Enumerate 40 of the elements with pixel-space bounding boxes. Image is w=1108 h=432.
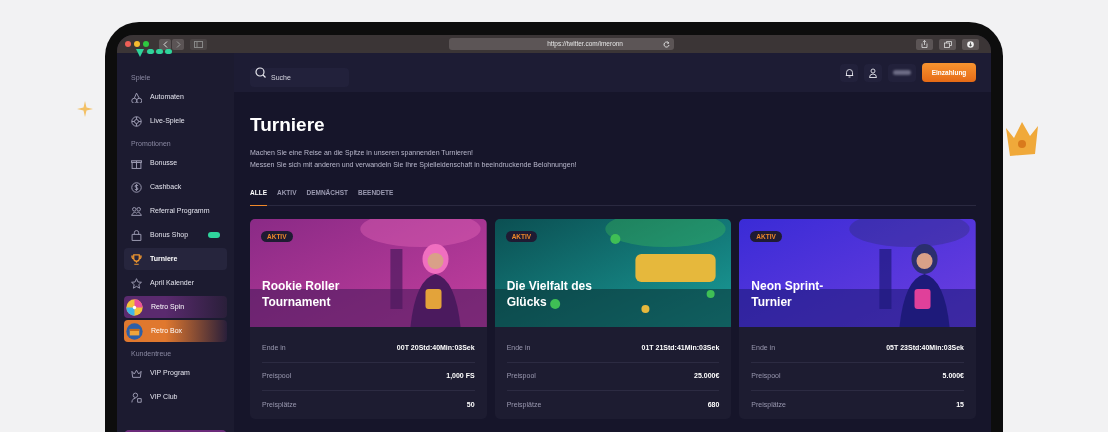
- bell-icon: [844, 67, 854, 78]
- user-icon: [869, 67, 877, 78]
- balance-pill[interactable]: [888, 63, 916, 82]
- tabs-button[interactable]: [939, 38, 956, 50]
- person-icon: [131, 391, 142, 403]
- tabs-icon: [943, 40, 952, 48]
- page-title: Turniere: [250, 113, 326, 137]
- back-icon: [162, 40, 168, 48]
- card-title: Die Vielfalt des Glücks: [506, 278, 593, 310]
- group-icon: [131, 205, 142, 217]
- trophy-icon: [131, 253, 142, 265]
- profile-button[interactable]: [864, 63, 882, 82]
- sparkle-icon: [77, 101, 93, 117]
- minimize-icon[interactable]: [134, 41, 140, 47]
- maximize-icon[interactable]: [143, 41, 149, 47]
- shopping-bag-icon: [131, 229, 142, 241]
- wheel-icon: [126, 298, 143, 316]
- cherries-icon: [131, 91, 142, 103]
- logo-icon[interactable]: [136, 49, 172, 59]
- download-button[interactable]: [962, 38, 979, 50]
- forward-icon: [175, 40, 181, 48]
- star-icon: [131, 277, 142, 289]
- card-title: Rookie Roller Tournament: [262, 278, 341, 310]
- download-icon: [967, 40, 974, 48]
- sidebar-toggle-button[interactable]: [190, 38, 207, 50]
- search-icon: [255, 67, 266, 78]
- forward-button[interactable]: [172, 38, 184, 50]
- box-icon: [126, 322, 143, 340]
- back-button[interactable]: [159, 38, 171, 50]
- sidebar-icon: [194, 40, 203, 48]
- notifications-button[interactable]: [840, 63, 858, 82]
- card-title: Neon Sprint-Turnier: [751, 278, 825, 310]
- crown-icon: [131, 367, 142, 379]
- reload-icon[interactable]: [663, 40, 670, 48]
- share-button[interactable]: [916, 38, 933, 50]
- close-icon[interactable]: [125, 41, 131, 47]
- roulette-icon: [131, 115, 142, 127]
- share-icon: [921, 40, 928, 48]
- gift-icon: [131, 157, 142, 169]
- coin-icon: [131, 181, 142, 193]
